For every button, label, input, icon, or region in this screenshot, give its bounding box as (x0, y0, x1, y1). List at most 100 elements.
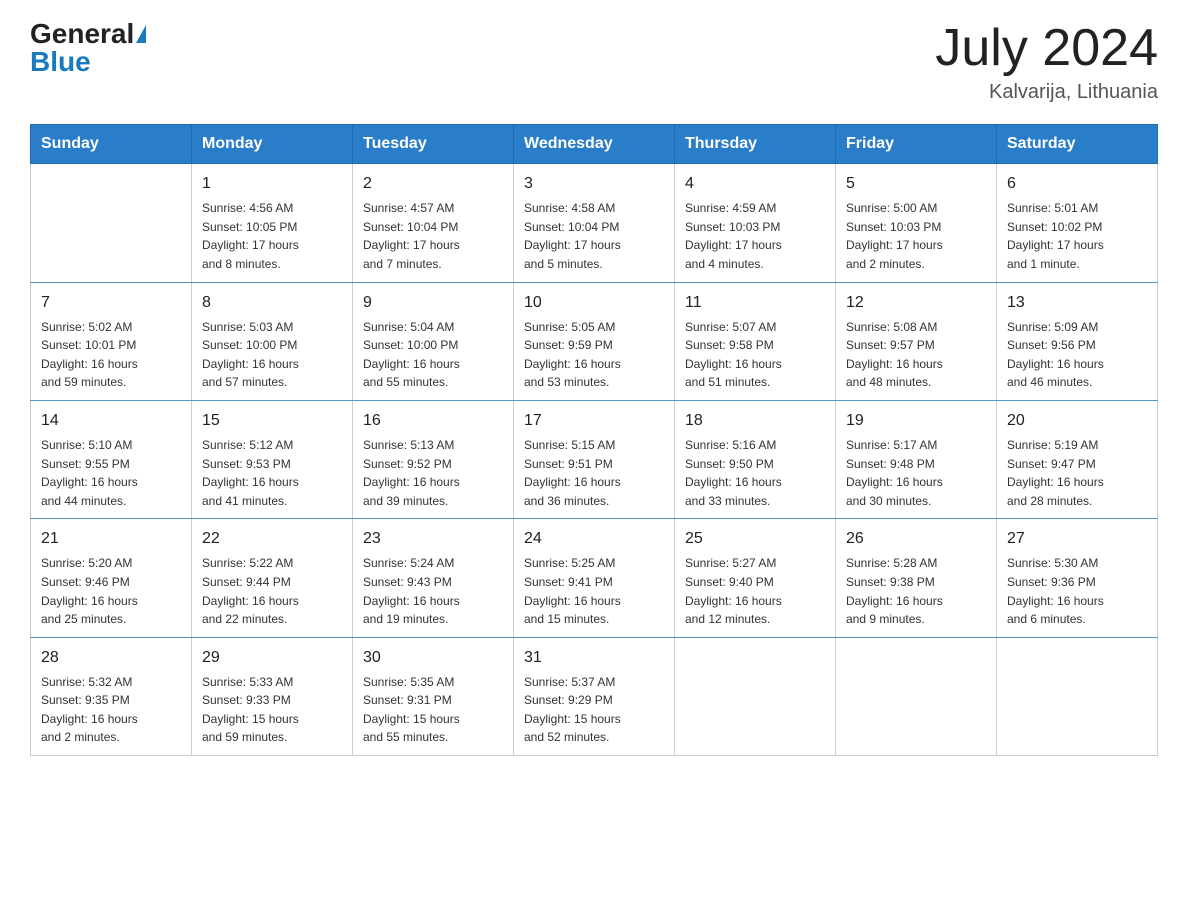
day-info: Sunrise: 4:56 AM Sunset: 10:05 PM Daylig… (202, 199, 342, 273)
day-info: Sunrise: 5:19 AM Sunset: 9:47 PM Dayligh… (1007, 436, 1147, 510)
day-info: Sunrise: 5:16 AM Sunset: 9:50 PM Dayligh… (685, 436, 825, 510)
day-number: 14 (41, 409, 181, 433)
weekday-header-thursday: Thursday (675, 125, 836, 164)
day-number: 3 (524, 172, 664, 196)
calendar-cell: 30 Sunrise: 5:35 AM Sunset: 9:31 PM Dayli… (353, 637, 514, 755)
day-info: Sunrise: 5:32 AM Sunset: 9:35 PM Dayligh… (41, 673, 181, 747)
calendar-cell: 7 Sunrise: 5:02 AM Sunset: 10:01 PM Dayli… (31, 282, 192, 400)
weekday-header-tuesday: Tuesday (353, 125, 514, 164)
day-number: 29 (202, 646, 342, 670)
day-number: 8 (202, 291, 342, 315)
day-number: 21 (41, 527, 181, 551)
calendar-cell: 18 Sunrise: 5:16 AM Sunset: 9:50 PM Dayli… (675, 400, 836, 518)
day-info: Sunrise: 5:37 AM Sunset: 9:29 PM Dayligh… (524, 673, 664, 747)
day-number: 4 (685, 172, 825, 196)
calendar-cell: 10 Sunrise: 5:05 AM Sunset: 9:59 PM Dayli… (514, 282, 675, 400)
day-number: 15 (202, 409, 342, 433)
calendar-cell: 21 Sunrise: 5:20 AM Sunset: 9:46 PM Dayli… (31, 519, 192, 637)
day-info: Sunrise: 5:22 AM Sunset: 9:44 PM Dayligh… (202, 554, 342, 628)
day-info: Sunrise: 5:02 AM Sunset: 10:01 PM Daylig… (41, 318, 181, 392)
weekday-header-wednesday: Wednesday (514, 125, 675, 164)
weekday-header-monday: Monday (192, 125, 353, 164)
logo-general-text: General (30, 20, 134, 48)
day-info: Sunrise: 5:03 AM Sunset: 10:00 PM Daylig… (202, 318, 342, 392)
day-info: Sunrise: 5:07 AM Sunset: 9:58 PM Dayligh… (685, 318, 825, 392)
calendar-cell: 2 Sunrise: 4:57 AM Sunset: 10:04 PM Dayli… (353, 164, 514, 282)
calendar-cell: 27 Sunrise: 5:30 AM Sunset: 9:36 PM Dayli… (997, 519, 1158, 637)
calendar-week-row: 1 Sunrise: 4:56 AM Sunset: 10:05 PM Dayli… (31, 164, 1158, 282)
calendar-cell: 11 Sunrise: 5:07 AM Sunset: 9:58 PM Dayli… (675, 282, 836, 400)
calendar-cell (997, 637, 1158, 755)
calendar-cell: 1 Sunrise: 4:56 AM Sunset: 10:05 PM Dayli… (192, 164, 353, 282)
calendar-cell: 26Sunrise: 5:28 AM Sunset: 9:38 PM Dayli… (836, 519, 997, 637)
day-number: 7 (41, 291, 181, 315)
day-info: Sunrise: 4:57 AM Sunset: 10:04 PM Daylig… (363, 199, 503, 273)
calendar-week-row: 28 Sunrise: 5:32 AM Sunset: 9:35 PM Dayli… (31, 637, 1158, 755)
calendar-cell (836, 637, 997, 755)
day-number: 23 (363, 527, 503, 551)
logo: General Blue (30, 20, 146, 76)
day-info: Sunrise: 5:30 AM Sunset: 9:36 PM Dayligh… (1007, 554, 1147, 628)
day-number: 28 (41, 646, 181, 670)
day-info: Sunrise: 5:25 AM Sunset: 9:41 PM Dayligh… (524, 554, 664, 628)
day-number: 1 (202, 172, 342, 196)
day-number: 19 (846, 409, 986, 433)
calendar-week-row: 21 Sunrise: 5:20 AM Sunset: 9:46 PM Dayli… (31, 519, 1158, 637)
day-info: Sunrise: 5:17 AM Sunset: 9:48 PM Dayligh… (846, 436, 986, 510)
calendar-cell: 6 Sunrise: 5:01 AM Sunset: 10:02 PM Dayli… (997, 164, 1158, 282)
day-number: 22 (202, 527, 342, 551)
day-info: Sunrise: 4:59 AM Sunset: 10:03 PM Daylig… (685, 199, 825, 273)
day-info: Sunrise: 5:01 AM Sunset: 10:02 PM Daylig… (1007, 199, 1147, 273)
weekday-header-sunday: Sunday (31, 125, 192, 164)
calendar-cell: 28 Sunrise: 5:32 AM Sunset: 9:35 PM Dayli… (31, 637, 192, 755)
day-number: 11 (685, 291, 825, 315)
calendar-cell: 19 Sunrise: 5:17 AM Sunset: 9:48 PM Dayli… (836, 400, 997, 518)
day-number: 24 (524, 527, 664, 551)
calendar-cell: 9 Sunrise: 5:04 AM Sunset: 10:00 PM Dayli… (353, 282, 514, 400)
day-number: 2 (363, 172, 503, 196)
day-number: 6 (1007, 172, 1147, 196)
day-number: 13 (1007, 291, 1147, 315)
day-info: Sunrise: 5:05 AM Sunset: 9:59 PM Dayligh… (524, 318, 664, 392)
calendar-table: SundayMondayTuesdayWednesdayThursdayFrid… (30, 124, 1158, 756)
day-number: 27 (1007, 527, 1147, 551)
calendar-cell: 22 Sunrise: 5:22 AM Sunset: 9:44 PM Dayli… (192, 519, 353, 637)
day-info: Sunrise: 5:10 AM Sunset: 9:55 PM Dayligh… (41, 436, 181, 510)
day-info: Sunrise: 5:15 AM Sunset: 9:51 PM Dayligh… (524, 436, 664, 510)
day-info: Sunrise: 5:33 AM Sunset: 9:33 PM Dayligh… (202, 673, 342, 747)
calendar-cell: 4 Sunrise: 4:59 AM Sunset: 10:03 PM Dayli… (675, 164, 836, 282)
weekday-header-row: SundayMondayTuesdayWednesdayThursdayFrid… (31, 125, 1158, 164)
day-number: 9 (363, 291, 503, 315)
day-info: Sunrise: 5:04 AM Sunset: 10:00 PM Daylig… (363, 318, 503, 392)
day-number: 18 (685, 409, 825, 433)
title-section: July 2024 Kalvarija, Lithuania (935, 20, 1158, 104)
page-header: General Blue July 2024 Kalvarija, Lithua… (30, 20, 1158, 104)
calendar-cell: 16Sunrise: 5:13 AM Sunset: 9:52 PM Dayli… (353, 400, 514, 518)
calendar-cell: 5Sunrise: 5:00 AM Sunset: 10:03 PM Dayli… (836, 164, 997, 282)
calendar-cell: 23Sunrise: 5:24 AM Sunset: 9:43 PM Dayli… (353, 519, 514, 637)
day-number: 26 (846, 527, 986, 551)
location-label: Kalvarija, Lithuania (935, 81, 1158, 104)
calendar-cell: 12Sunrise: 5:08 AM Sunset: 9:57 PM Dayli… (836, 282, 997, 400)
calendar-cell: 14 Sunrise: 5:10 AM Sunset: 9:55 PM Dayli… (31, 400, 192, 518)
day-info: Sunrise: 5:20 AM Sunset: 9:46 PM Dayligh… (41, 554, 181, 628)
day-info: Sunrise: 5:09 AM Sunset: 9:56 PM Dayligh… (1007, 318, 1147, 392)
day-number: 17 (524, 409, 664, 433)
day-number: 16 (363, 409, 503, 433)
logo-triangle-icon (136, 25, 146, 43)
day-number: 10 (524, 291, 664, 315)
day-info: Sunrise: 5:00 AM Sunset: 10:03 PM Daylig… (846, 199, 986, 273)
day-info: Sunrise: 4:58 AM Sunset: 10:04 PM Daylig… (524, 199, 664, 273)
day-number: 25 (685, 527, 825, 551)
calendar-cell: 17 Sunrise: 5:15 AM Sunset: 9:51 PM Dayli… (514, 400, 675, 518)
day-number: 31 (524, 646, 664, 670)
day-number: 30 (363, 646, 503, 670)
day-info: Sunrise: 5:27 AM Sunset: 9:40 PM Dayligh… (685, 554, 825, 628)
calendar-cell: 29 Sunrise: 5:33 AM Sunset: 9:33 PM Dayli… (192, 637, 353, 755)
calendar-week-row: 7 Sunrise: 5:02 AM Sunset: 10:01 PM Dayli… (31, 282, 1158, 400)
calendar-cell (675, 637, 836, 755)
weekday-header-saturday: Saturday (997, 125, 1158, 164)
month-title: July 2024 (935, 20, 1158, 77)
calendar-cell: 13 Sunrise: 5:09 AM Sunset: 9:56 PM Dayli… (997, 282, 1158, 400)
day-info: Sunrise: 5:35 AM Sunset: 9:31 PM Dayligh… (363, 673, 503, 747)
